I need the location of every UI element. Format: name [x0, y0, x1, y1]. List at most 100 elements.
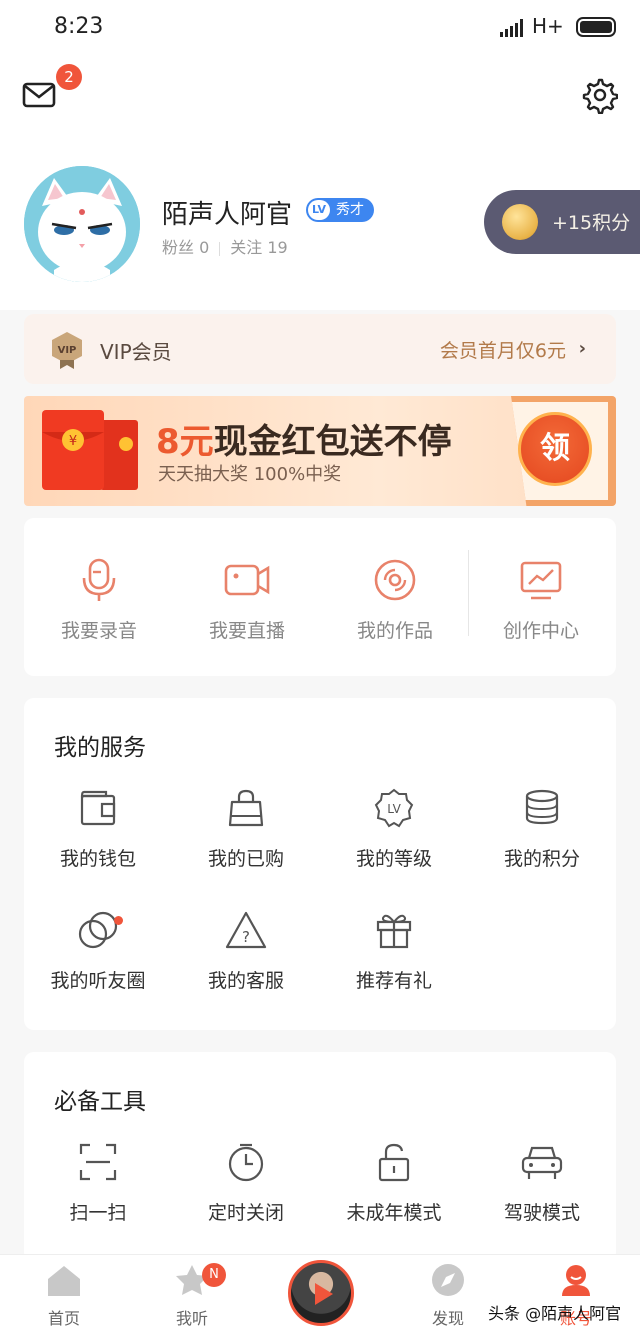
- claim-button[interactable]: 领: [518, 412, 592, 486]
- services-card: 我的服务 我的钱包 我的已购 LV 我的等级 我的积分 我的听友圈 ? 我的客服…: [24, 698, 616, 1030]
- monitor-chart-icon: [520, 561, 562, 600]
- user-stats: 粉丝 0 关注 19: [162, 234, 288, 258]
- tool-label: 未成年模式: [346, 1202, 442, 1224]
- home-icon: [48, 1266, 80, 1296]
- gear-icon[interactable]: [580, 76, 618, 114]
- quick-action-label: 我要直播: [208, 620, 285, 642]
- status-bar: 8:23 H+: [0, 0, 640, 56]
- banner-title: 8元现金红包送不停: [156, 414, 452, 463]
- vip-membership-row[interactable]: VIP VIP会员 会员首月仅6元 ›: [24, 314, 616, 384]
- svg-text:LV: LV: [387, 802, 401, 816]
- watermark: 头条 @陌声人阿官: [488, 1304, 622, 1323]
- service-label: 我的钱包: [59, 848, 136, 870]
- tab-my-listening[interactable]: N 我听: [128, 1263, 256, 1329]
- service-wallet[interactable]: 我的钱包: [24, 788, 172, 871]
- quick-action-label: 我要录音: [60, 620, 137, 642]
- video-camera-icon: [224, 564, 270, 596]
- service-label: 我的客服: [207, 970, 284, 992]
- avatar[interactable]: [24, 166, 140, 282]
- red-envelope-icon: ¥: [42, 410, 138, 490]
- tab-label: 首页: [47, 1309, 80, 1328]
- account-icon: [562, 1265, 590, 1296]
- microphone-icon: [82, 558, 116, 601]
- level-badge[interactable]: LV 秀才: [306, 198, 374, 222]
- quick-action-creator-center[interactable]: 创作中心: [466, 558, 616, 643]
- quick-action-label: 创作中心: [502, 620, 579, 642]
- stats-divider: [219, 241, 221, 256]
- play-icon: [315, 1283, 333, 1305]
- tool-driving-mode[interactable]: 驾驶模式: [468, 1142, 616, 1225]
- tool-label: 扫一扫: [69, 1202, 127, 1224]
- service-purchased[interactable]: 我的已购: [172, 788, 320, 871]
- banner-amount: 8元: [156, 422, 214, 462]
- service-points[interactable]: 我的积分: [468, 788, 616, 871]
- service-referral[interactable]: 推荐有礼: [320, 910, 468, 993]
- service-circle[interactable]: 我的听友圈: [24, 910, 172, 993]
- notification-dot: [114, 916, 123, 925]
- svg-text:¥: ¥: [69, 434, 77, 449]
- service-label: 我的已购: [207, 848, 284, 870]
- user-nickname[interactable]: 陌声人阿官: [162, 194, 292, 231]
- svg-text:VIP: VIP: [58, 345, 77, 356]
- points-reward-button[interactable]: +15积分: [484, 190, 640, 254]
- car-icon: [521, 1146, 563, 1179]
- svg-text:?: ?: [242, 928, 250, 946]
- services-title: 我的服务: [54, 735, 146, 761]
- cat-avatar-image: [24, 166, 140, 282]
- tab-home[interactable]: 首页: [0, 1263, 128, 1329]
- quick-action-label: 我的作品: [356, 620, 433, 642]
- quick-action-record[interactable]: 我要录音: [24, 558, 174, 643]
- timer-icon: [228, 1143, 264, 1182]
- mail-icon[interactable]: [22, 80, 58, 110]
- service-level[interactable]: LV 我的等级: [320, 788, 468, 871]
- tools-title: 必备工具: [54, 1089, 146, 1115]
- tool-scan[interactable]: 扫一扫: [24, 1142, 172, 1225]
- tab-label: 我听: [175, 1309, 208, 1328]
- level-title: 秀才: [336, 202, 364, 218]
- compass-icon: [432, 1264, 464, 1296]
- red-packet-banner[interactable]: ¥ 8元现金红包送不停 天天抽大奖 100%中奖 领: [24, 396, 616, 506]
- tool-minor-mode[interactable]: 未成年模式: [320, 1142, 468, 1225]
- level-badge-icon: LV: [374, 788, 414, 828]
- quick-action-works[interactable]: 我的作品: [320, 558, 470, 643]
- service-label: 我的听友圈: [50, 970, 146, 992]
- service-label: 我的积分: [503, 848, 580, 870]
- points-reward-label: +15积分: [552, 212, 631, 234]
- wallet-icon: [80, 790, 116, 826]
- help-triangle-icon: ?: [225, 911, 267, 949]
- banner-subtitle: 天天抽大奖 100%中奖: [158, 464, 342, 485]
- vip-badge-icon: VIP: [52, 332, 82, 369]
- now-playing-button[interactable]: [288, 1260, 354, 1326]
- level-icon: LV: [308, 200, 330, 220]
- lock-icon: [378, 1143, 410, 1182]
- tools-card: 必备工具 扫一扫 定时关闭 未成年模式 驾驶模式: [24, 1052, 616, 1262]
- circles-icon: [78, 911, 118, 949]
- fans-count[interactable]: 粉丝 0: [162, 238, 209, 257]
- scan-icon: [79, 1143, 117, 1181]
- vip-label: VIP会员: [100, 340, 172, 364]
- chevron-right-icon: ›: [578, 338, 586, 359]
- coin-stack-icon: [525, 789, 559, 825]
- tool-label: 驾驶模式: [503, 1202, 580, 1224]
- following-count[interactable]: 关注 19: [230, 238, 287, 257]
- tool-sleep-timer[interactable]: 定时关闭: [172, 1142, 320, 1225]
- service-label: 我的等级: [355, 848, 432, 870]
- shopping-bag-icon: [228, 789, 264, 827]
- mail-badge: 2: [56, 64, 82, 90]
- new-badge: N: [202, 1263, 226, 1287]
- gift-icon: [376, 914, 412, 949]
- profile-header: 2 陌声人阿官 LV 秀才 粉丝 0 关注 19 +15积分: [0, 56, 640, 310]
- signal-icon: [500, 19, 523, 37]
- network-type: H+: [532, 14, 564, 38]
- quick-actions-card: 我要录音 我要直播 我的作品 创作中心: [24, 518, 616, 676]
- vip-promo: 会员首月仅6元: [439, 340, 566, 362]
- tool-label: 定时关闭: [207, 1202, 284, 1224]
- quick-action-live[interactable]: 我要直播: [172, 558, 322, 643]
- banner-title-text: 现金红包送不停: [213, 422, 452, 462]
- battery-icon: [576, 17, 616, 37]
- gold-coin-icon: [502, 204, 538, 240]
- status-time: 8:23: [54, 14, 104, 39]
- service-label: 推荐有礼: [355, 970, 432, 992]
- disc-icon: [374, 559, 416, 601]
- service-customer-support[interactable]: ? 我的客服: [172, 910, 320, 993]
